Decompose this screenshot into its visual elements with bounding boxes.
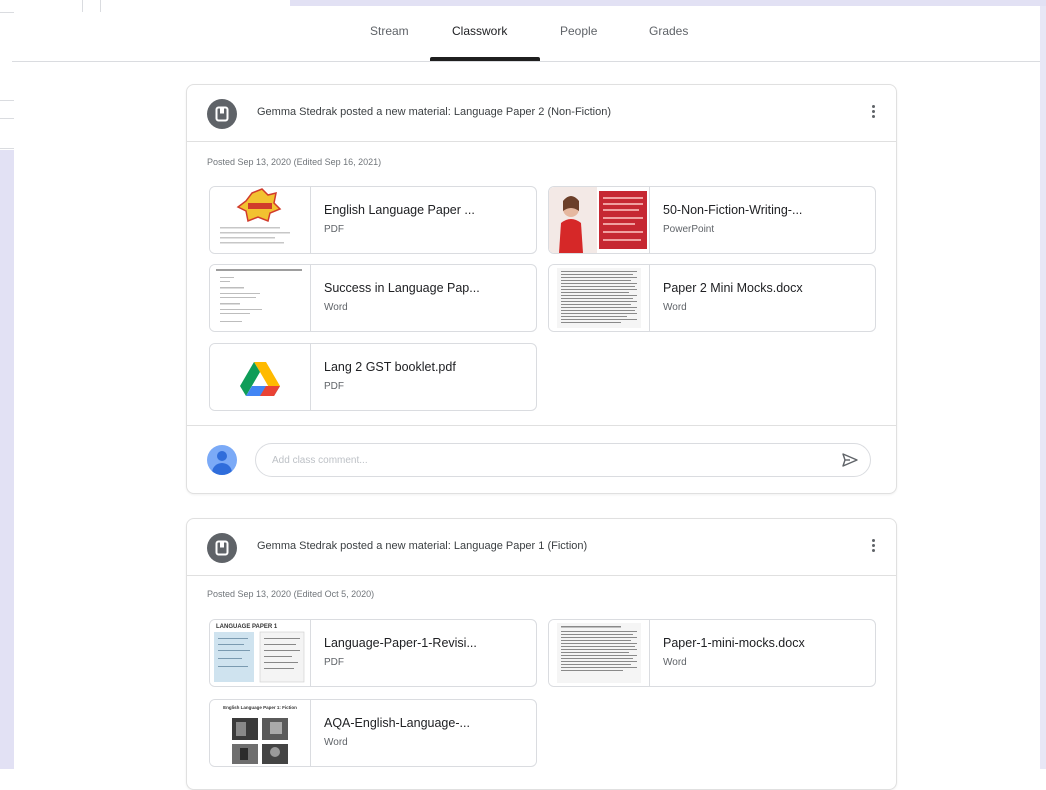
attachment-type: Word bbox=[663, 302, 687, 313]
attachment-name: Paper 2 Mini Mocks.docx bbox=[663, 281, 803, 295]
revision-thumbnail: LANGUAGE PAPER 1 bbox=[210, 620, 311, 686]
card-header[interactable]: Gemma Stedrak posted a new material: Lan… bbox=[187, 85, 896, 141]
tab-stream[interactable]: Stream bbox=[370, 24, 409, 38]
post-title: Gemma Stedrak posted a new material: Lan… bbox=[257, 106, 612, 118]
attachment-type: PowerPoint bbox=[663, 224, 715, 235]
card-divider bbox=[187, 575, 896, 576]
attachment-name: Success in Language Pap... bbox=[324, 281, 480, 295]
tab-grades[interactable]: Grades bbox=[649, 24, 688, 38]
posted-date: Posted Sep 13, 2020 (Edited Oct 5, 2020) bbox=[207, 589, 375, 599]
thumbnail-title: English Language Paper 1: Fiction bbox=[223, 705, 297, 710]
attachment-name: English Language Paper ... bbox=[324, 203, 475, 217]
attachment-card[interactable]: English Language Paper ... PDF bbox=[209, 186, 537, 254]
attachment-name: AQA-English-Language-... bbox=[324, 716, 470, 730]
attachment-card[interactable]: Success in Language Pap... Word bbox=[209, 264, 537, 332]
post-title: Gemma Stedrak posted a new material: Lan… bbox=[257, 540, 588, 552]
material-card: Gemma Stedrak posted a new material: Lan… bbox=[186, 84, 897, 494]
attachment-type: PDF bbox=[324, 657, 344, 668]
slide-thumbnail bbox=[549, 187, 650, 253]
more-options-icon[interactable] bbox=[870, 103, 876, 121]
material-icon bbox=[207, 99, 237, 129]
google-drive-icon bbox=[210, 344, 311, 410]
tab-people[interactable]: People bbox=[560, 24, 597, 38]
tabs-divider bbox=[12, 61, 1040, 62]
avatar bbox=[207, 445, 237, 475]
photo-collage-thumbnail: English Language Paper 1: Fiction bbox=[210, 700, 311, 766]
left-frame-strip bbox=[0, 150, 14, 769]
right-frame-strip bbox=[1040, 6, 1046, 769]
attachment-card[interactable]: English Language Paper 1: Fiction AQA-En… bbox=[209, 699, 537, 767]
posted-date: Posted Sep 13, 2020 (Edited Sep 16, 2021… bbox=[207, 157, 382, 167]
dense-text-thumbnail bbox=[549, 620, 650, 686]
dense-text-thumbnail bbox=[549, 265, 650, 331]
attachment-card[interactable]: Lang 2 GST booklet.pdf PDF bbox=[209, 343, 537, 411]
send-icon[interactable] bbox=[841, 451, 859, 469]
attachment-type: Word bbox=[324, 737, 348, 748]
pdf-cover-thumbnail bbox=[210, 187, 311, 253]
attachment-name: Language-Paper-1-Revisi... bbox=[324, 636, 477, 650]
attachment-card[interactable]: LANGUAGE PAPER 1 Language-Paper-1-Revisi… bbox=[209, 619, 537, 687]
attachment-type: PDF bbox=[324, 224, 344, 235]
material-card: Gemma Stedrak posted a new material: Lan… bbox=[186, 518, 897, 790]
attachment-name: 50-Non-Fiction-Writing-... bbox=[663, 203, 803, 217]
attachment-card[interactable]: Paper 2 Mini Mocks.docx Word bbox=[548, 264, 876, 332]
material-icon bbox=[207, 533, 237, 563]
thumbnail-title: LANGUAGE PAPER 1 bbox=[216, 624, 278, 630]
doc-thumbnail bbox=[210, 265, 311, 331]
attachment-name: Lang 2 GST booklet.pdf bbox=[324, 360, 456, 374]
card-divider bbox=[187, 141, 896, 142]
tab-classwork[interactable]: Classwork bbox=[452, 24, 507, 38]
attachment-name: Paper-1-mini-mocks.docx bbox=[663, 636, 805, 650]
attachment-type: Word bbox=[324, 302, 348, 313]
card-header[interactable]: Gemma Stedrak posted a new material: Lan… bbox=[187, 519, 896, 575]
attachment-card[interactable]: Paper-1-mini-mocks.docx Word bbox=[548, 619, 876, 687]
class-tabs: Stream Classwork People Grades bbox=[0, 0, 1040, 62]
attachment-card[interactable]: 50-Non-Fiction-Writing-... PowerPoint bbox=[548, 186, 876, 254]
attachment-type: Word bbox=[663, 657, 687, 668]
class-comment-input[interactable] bbox=[255, 443, 871, 477]
attachment-type: PDF bbox=[324, 381, 344, 392]
comment-divider bbox=[187, 425, 896, 426]
more-options-icon[interactable] bbox=[870, 537, 876, 555]
